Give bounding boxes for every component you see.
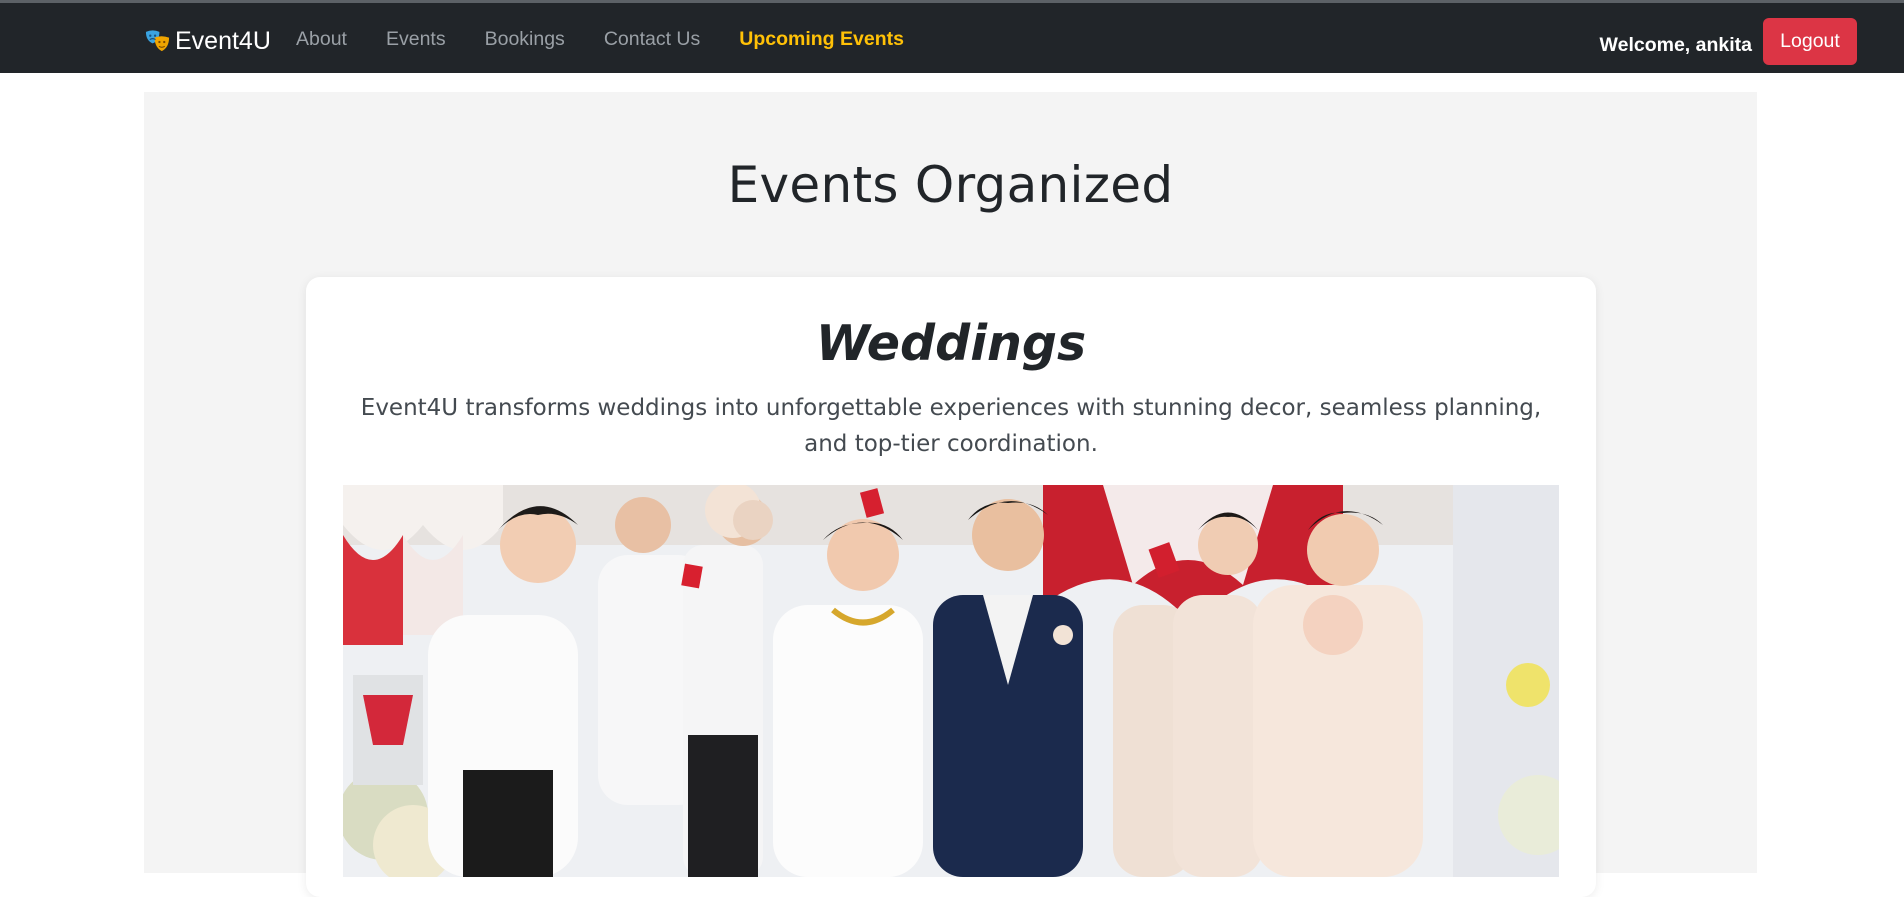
nav-link-upcoming-events[interactable]: Upcoming Events [739,28,904,51]
nav-links: About Events Bookings Contact Us Upcomin… [296,28,943,51]
nav-link-bookings[interactable]: Bookings [485,28,565,51]
nav-link-contact-us[interactable]: Contact Us [604,28,700,51]
page-title: Events Organized [727,156,1174,214]
top-navbar: Event4U About Events Bookings Contact Us… [0,0,1904,73]
event-card-description: Event4U transforms weddings into unforge… [360,395,1542,457]
wedding-photo-illustration [343,485,1559,877]
nav-link-about[interactable]: About [296,28,347,51]
event-card-weddings: Weddings Event4U transforms weddings int… [306,277,1596,897]
brand-name: Event4U [175,26,271,55]
nav-link-events[interactable]: Events [386,28,446,51]
brand-link[interactable]: Event4U [144,25,271,57]
theater-masks-icon [145,29,170,51]
event-card-title: Weddings [815,315,1087,372]
main-content: Events Organized Weddings Event4U transf… [144,92,1757,897]
logout-button[interactable]: Logout [1763,18,1857,65]
welcome-text: Welcome, ankita [1599,34,1752,56]
wedding-photo [343,485,1559,877]
